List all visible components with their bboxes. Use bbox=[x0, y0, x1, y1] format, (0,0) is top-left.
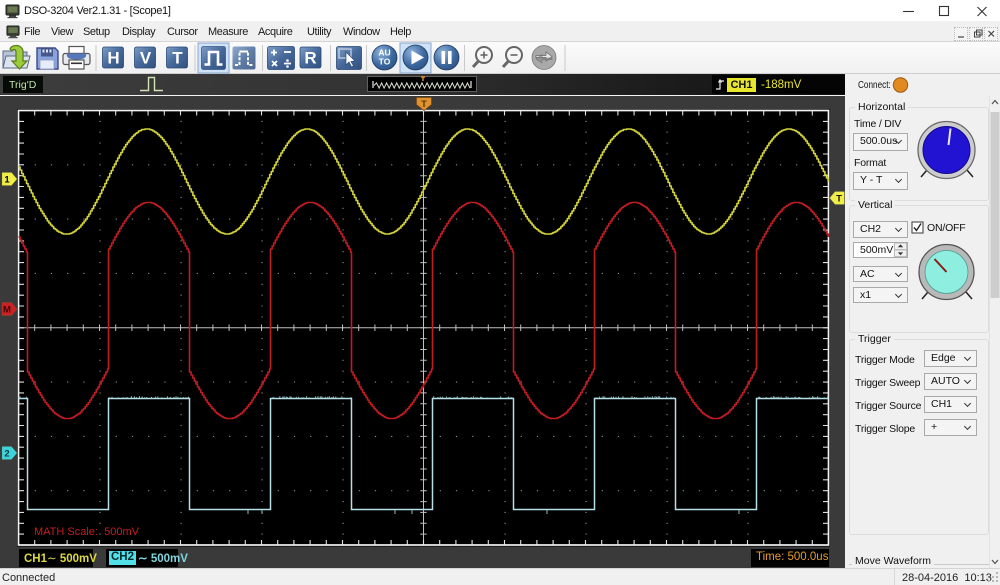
svg-text:2: 2 bbox=[4, 449, 9, 460]
svg-text:T: T bbox=[421, 99, 427, 109]
svg-text:MATH Scale: 500mV: MATH Scale: 500mV bbox=[34, 526, 140, 538]
svg-text:T: T bbox=[172, 49, 183, 68]
svg-text:1: 1 bbox=[4, 175, 10, 186]
svg-text:M: M bbox=[3, 305, 11, 316]
svg-text:V: V bbox=[140, 49, 152, 68]
svg-text:T: T bbox=[836, 194, 842, 205]
svg-text:H: H bbox=[107, 49, 119, 68]
svg-text:TO: TO bbox=[379, 57, 391, 67]
svg-text:R: R bbox=[304, 49, 316, 68]
